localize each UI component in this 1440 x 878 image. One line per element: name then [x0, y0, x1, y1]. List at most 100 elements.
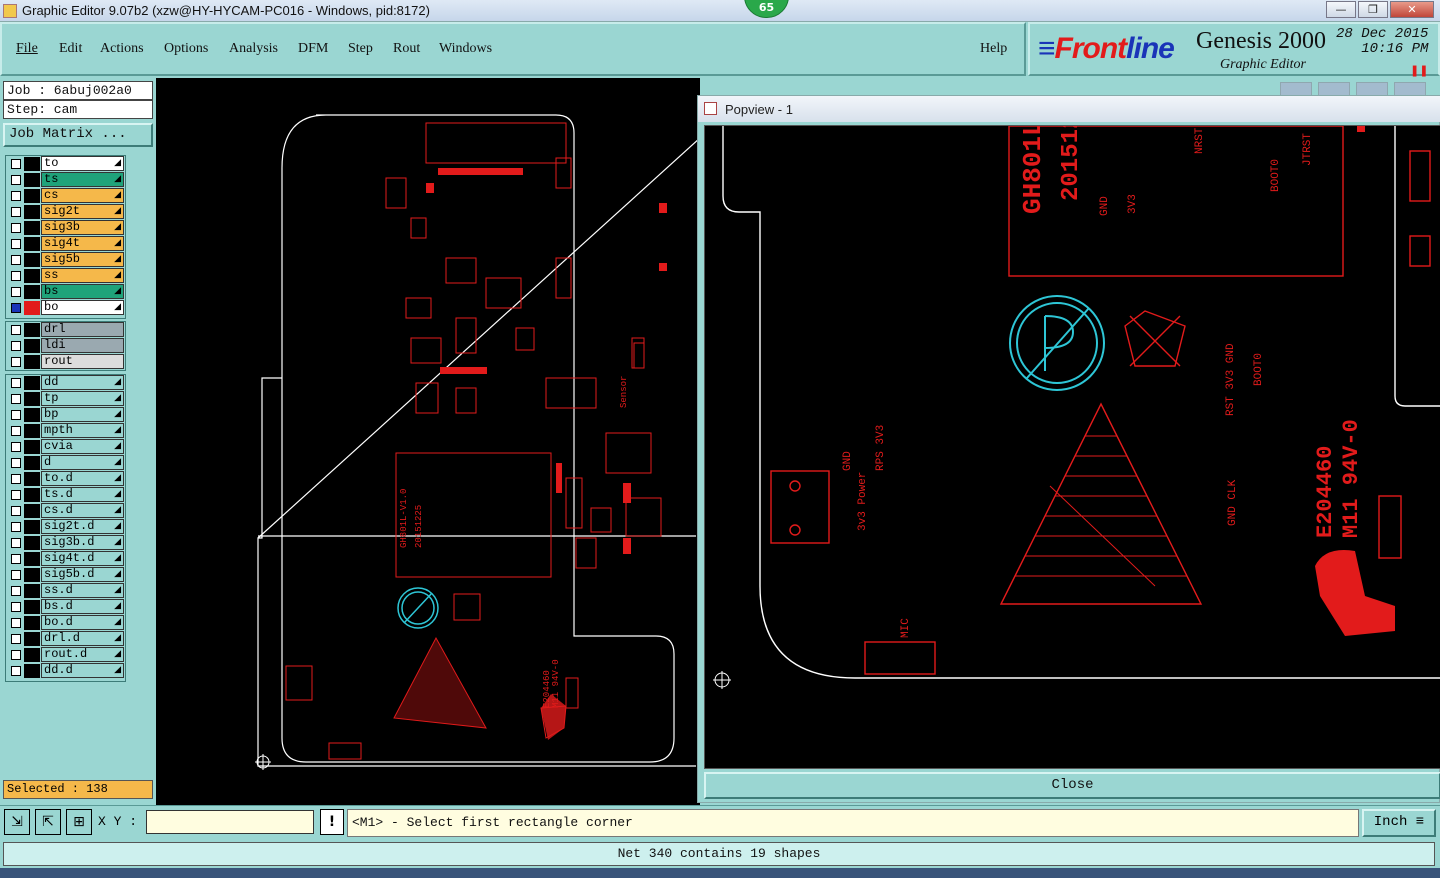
layer-name[interactable]: cs ◢	[41, 188, 124, 203]
layer-checkbox[interactable]	[11, 394, 21, 404]
layer-row-tp[interactable]: tp ◢	[6, 391, 125, 407]
layer-checkbox[interactable]	[11, 207, 21, 217]
layer-checkbox[interactable]	[11, 634, 21, 644]
layer-checkbox[interactable]	[11, 442, 21, 452]
popview-title-bar[interactable]: Popview - 1	[698, 96, 1440, 122]
layer-name[interactable]: bp ◢	[41, 407, 124, 422]
layer-row-sig4t.d[interactable]: sig4t.d ◢	[6, 551, 125, 567]
layer-checkbox[interactable]	[11, 325, 21, 335]
menu-step[interactable]: Step	[348, 41, 373, 57]
menu-help[interactable]: Help	[980, 41, 1007, 57]
layer-name[interactable]: d ◢	[41, 455, 124, 470]
layer-checkbox[interactable]	[11, 410, 21, 420]
layer-row-ss.d[interactable]: ss.d ◢	[6, 583, 125, 599]
layer-name[interactable]: bs.d ◢	[41, 599, 124, 614]
snap-grid-icon[interactable]: ⊞	[66, 809, 92, 835]
layer-row-sig2t[interactable]: sig2t ◢	[6, 204, 125, 220]
xy-input[interactable]	[146, 810, 314, 834]
graphic-canvas[interactable]: GH801L-V1.0 20151225 E204460 M11 94V-0 S…	[156, 78, 701, 805]
layer-row-sig3b[interactable]: sig3b ◢	[6, 220, 125, 236]
layer-checkbox[interactable]	[11, 538, 21, 548]
layer-name[interactable]: bo ◢	[41, 300, 124, 315]
menu-actions[interactable]: Actions	[100, 41, 144, 57]
layer-name[interactable]: dd.d ◢	[41, 663, 124, 678]
menu-options[interactable]: Options	[164, 41, 208, 57]
layer-row-sig3b.d[interactable]: sig3b.d ◢	[6, 535, 125, 551]
minimize-button[interactable]: —	[1326, 1, 1356, 18]
job-matrix-button[interactable]: Job Matrix ...	[3, 123, 153, 147]
layer-row-sig2t.d[interactable]: sig2t.d ◢	[6, 519, 125, 535]
close-window-button[interactable]: ✕	[1390, 1, 1434, 18]
layer-checkbox[interactable]	[11, 490, 21, 500]
layer-name[interactable]: to ◢	[41, 156, 124, 171]
layer-checkbox[interactable]	[11, 506, 21, 516]
layer-checkbox[interactable]	[11, 426, 21, 436]
layer-checkbox[interactable]	[11, 522, 21, 532]
menu-analysis[interactable]: Analysis	[229, 41, 278, 57]
layer-name[interactable]: sig2t ◢	[41, 204, 124, 219]
layer-name[interactable]: drl	[41, 322, 124, 337]
menu-file[interactable]: File	[16, 41, 38, 57]
layer-name[interactable]: sig5b ◢	[41, 252, 124, 267]
warning-icon[interactable]: !	[320, 809, 344, 835]
layer-checkbox[interactable]	[11, 458, 21, 468]
layer-row-dd[interactable]: dd ◢	[6, 375, 125, 391]
layer-row-bo.d[interactable]: bo.d ◢	[6, 615, 125, 631]
popview-close-button[interactable]: Close	[704, 772, 1440, 799]
layer-checkbox[interactable]	[11, 255, 21, 265]
layer-row-sig4t[interactable]: sig4t ◢	[6, 236, 125, 252]
layer-name[interactable]: to.d ◢	[41, 471, 124, 486]
layer-row-rout[interactable]: rout	[6, 354, 125, 370]
layer-checkbox[interactable]	[11, 191, 21, 201]
menu-edit[interactable]: Edit	[59, 41, 82, 57]
layer-row-cvia[interactable]: cvia ◢	[6, 439, 125, 455]
layer-checkbox[interactable]	[11, 175, 21, 185]
layer-checkbox[interactable]	[11, 271, 21, 281]
layer-name[interactable]: sig3b.d ◢	[41, 535, 124, 550]
layer-name[interactable]: cvia ◢	[41, 439, 124, 454]
layer-name[interactable]: tp ◢	[41, 391, 124, 406]
layer-name[interactable]: ss.d ◢	[41, 583, 124, 598]
layer-row-d[interactable]: d ◢	[6, 455, 125, 471]
layer-row-ts[interactable]: ts ◢	[6, 172, 125, 188]
layer-name[interactable]: ldi	[41, 338, 124, 353]
layer-checkbox[interactable]	[11, 159, 21, 169]
menu-rout[interactable]: Rout	[393, 41, 420, 57]
layer-checkbox[interactable]	[11, 223, 21, 233]
layer-name[interactable]: sig2t.d ◢	[41, 519, 124, 534]
layer-row-mpth[interactable]: mpth ◢	[6, 423, 125, 439]
layer-row-drl[interactable]: drl	[6, 322, 125, 338]
layer-checkbox[interactable]	[11, 618, 21, 628]
zoom-area-icon[interactable]: ⇲	[4, 809, 30, 835]
layer-checkbox[interactable]	[11, 341, 21, 351]
window-title-bar[interactable]: Graphic Editor 9.07b2 (xzw@HY-HYCAM-PC01…	[0, 0, 1440, 22]
layer-name[interactable]: drl.d ◢	[41, 631, 124, 646]
layer-row-cs[interactable]: cs ◢	[6, 188, 125, 204]
layer-checkbox[interactable]	[11, 554, 21, 564]
layer-row-bo[interactable]: bo ◢	[6, 300, 125, 316]
layer-name[interactable]: rout.d ◢	[41, 647, 124, 662]
layer-row-cs.d[interactable]: cs.d ◢	[6, 503, 125, 519]
layer-name[interactable]: cs.d ◢	[41, 503, 124, 518]
layer-name[interactable]: sig4t ◢	[41, 236, 124, 251]
layer-checkbox[interactable]	[11, 474, 21, 484]
layer-row-ss[interactable]: ss ◢	[6, 268, 125, 284]
layer-name[interactable]: bs ◢	[41, 284, 124, 299]
layer-name[interactable]: ss ◢	[41, 268, 124, 283]
layer-checkbox[interactable]	[11, 650, 21, 660]
maximize-button[interactable]: ❐	[1358, 1, 1388, 18]
layer-checkbox[interactable]	[11, 303, 21, 313]
layer-name[interactable]: sig4t.d ◢	[41, 551, 124, 566]
layer-row-ldi[interactable]: ldi	[6, 338, 125, 354]
layer-row-drl.d[interactable]: drl.d ◢	[6, 631, 125, 647]
layer-checkbox[interactable]	[11, 570, 21, 580]
popview-canvas[interactable]: GH801L-V1.0 20151225 GND 3V3 BOOT0 JTRST…	[704, 42, 1440, 769]
layer-checkbox[interactable]	[11, 287, 21, 297]
layer-row-bs.d[interactable]: bs.d ◢	[6, 599, 125, 615]
menu-dfm[interactable]: DFM	[298, 41, 328, 57]
unit-selector[interactable]: Inch ≡	[1362, 809, 1436, 837]
layer-row-sig5b[interactable]: sig5b ◢	[6, 252, 125, 268]
layer-name[interactable]: dd ◢	[41, 375, 124, 390]
layer-name[interactable]: ts.d ◢	[41, 487, 124, 502]
layer-name[interactable]: rout	[41, 354, 124, 369]
